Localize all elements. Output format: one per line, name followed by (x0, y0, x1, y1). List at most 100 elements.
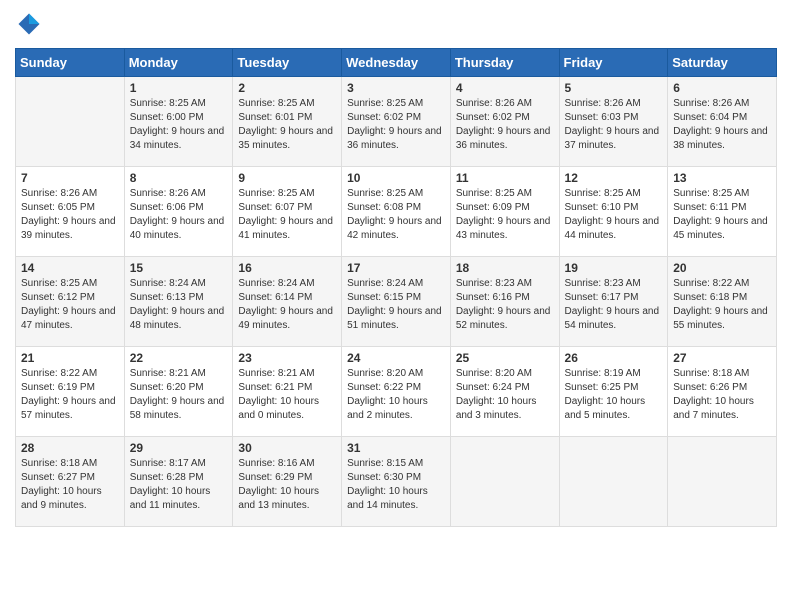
day-info: Sunrise: 8:18 AMSunset: 6:27 PMDaylight:… (21, 457, 119, 513)
day-number: 31 (347, 441, 445, 455)
day-number: 28 (21, 441, 119, 455)
column-header-sunday: Sunday (16, 49, 125, 77)
day-number: 12 (565, 171, 663, 185)
day-number: 22 (130, 351, 228, 365)
day-info: Sunrise: 8:17 AMSunset: 6:28 PMDaylight:… (130, 457, 228, 513)
column-header-thursday: Thursday (450, 49, 559, 77)
calendar-cell: 11Sunrise: 8:25 AMSunset: 6:09 PMDayligh… (450, 167, 559, 257)
calendar-cell: 30 Sunrise: 8:16 AMSunset: 6:29 PMDayligh… (233, 437, 342, 527)
calendar-cell: 23 Sunrise: 8:21 AMSunset: 6:21 PMDayligh… (233, 347, 342, 437)
calendar-cell (668, 437, 777, 527)
day-number: 24 (347, 351, 445, 365)
day-info: Sunrise: 8:25 AMSunset: 6:07 PMDaylight:… (238, 187, 336, 243)
day-number: 4 (456, 81, 554, 95)
day-info: Sunrise: 8:23 AMSunset: 6:17 PMDaylight:… (565, 277, 663, 333)
day-info: Sunrise: 8:26 AMSunset: 6:06 PMDaylight:… (130, 187, 228, 243)
calendar-cell (450, 437, 559, 527)
day-number: 30 (238, 441, 336, 455)
calendar-cell: 21Sunrise: 8:22 AMSunset: 6:19 PMDayligh… (16, 347, 125, 437)
day-info: Sunrise: 8:25 AMSunset: 6:10 PMDaylight:… (565, 187, 663, 243)
day-info: Sunrise: 8:21 AMSunset: 6:20 PMDaylight:… (130, 367, 228, 423)
day-info: Sunrise: 8:26 AMSunset: 6:03 PMDaylight:… (565, 97, 663, 153)
column-header-saturday: Saturday (668, 49, 777, 77)
calendar-cell: 16Sunrise: 8:24 AMSunset: 6:14 PMDayligh… (233, 257, 342, 347)
logo-icon (15, 10, 43, 38)
day-info: Sunrise: 8:25 AMSunset: 6:12 PMDaylight:… (21, 277, 119, 333)
calendar-table: SundayMondayTuesdayWednesdayThursdayFrid… (15, 48, 777, 527)
calendar-header-row: SundayMondayTuesdayWednesdayThursdayFrid… (16, 49, 777, 77)
calendar-cell: 6 Sunrise: 8:26 AMSunset: 6:04 PMDaylight… (668, 77, 777, 167)
day-info: Sunrise: 8:26 AMSunset: 6:05 PMDaylight:… (21, 187, 119, 243)
day-number: 10 (347, 171, 445, 185)
day-number: 19 (565, 261, 663, 275)
day-number: 18 (456, 261, 554, 275)
calendar-week-row: 21Sunrise: 8:22 AMSunset: 6:19 PMDayligh… (16, 347, 777, 437)
day-info: Sunrise: 8:25 AMSunset: 6:08 PMDaylight:… (347, 187, 445, 243)
day-info: Sunrise: 8:24 AMSunset: 6:15 PMDaylight:… (347, 277, 445, 333)
day-number: 11 (456, 171, 554, 185)
day-number: 14 (21, 261, 119, 275)
day-info: Sunrise: 8:25 AMSunset: 6:02 PMDaylight:… (347, 97, 445, 153)
calendar-cell: 2 Sunrise: 8:25 AMSunset: 6:01 PMDaylight… (233, 77, 342, 167)
day-info: Sunrise: 8:25 AMSunset: 6:01 PMDaylight:… (238, 97, 336, 153)
calendar-week-row: 28 Sunrise: 8:18 AMSunset: 6:27 PMDayligh… (16, 437, 777, 527)
calendar-cell: 10 Sunrise: 8:25 AMSunset: 6:08 PMDayligh… (342, 167, 451, 257)
column-header-tuesday: Tuesday (233, 49, 342, 77)
logo (15, 10, 47, 38)
day-number: 20 (673, 261, 771, 275)
calendar-cell: 9 Sunrise: 8:25 AMSunset: 6:07 PMDaylight… (233, 167, 342, 257)
day-info: Sunrise: 8:26 AMSunset: 6:04 PMDaylight:… (673, 97, 771, 153)
day-info: Sunrise: 8:22 AMSunset: 6:18 PMDaylight:… (673, 277, 771, 333)
day-info: Sunrise: 8:16 AMSunset: 6:29 PMDaylight:… (238, 457, 336, 513)
day-number: 2 (238, 81, 336, 95)
day-info: Sunrise: 8:20 AMSunset: 6:24 PMDaylight:… (456, 367, 554, 423)
calendar-cell: 22 Sunrise: 8:21 AMSunset: 6:20 PMDayligh… (124, 347, 233, 437)
day-number: 3 (347, 81, 445, 95)
calendar-cell: 19 Sunrise: 8:23 AMSunset: 6:17 PMDayligh… (559, 257, 668, 347)
calendar-cell: 15 Sunrise: 8:24 AMSunset: 6:13 PMDayligh… (124, 257, 233, 347)
day-number: 15 (130, 261, 228, 275)
calendar-cell: 7 Sunrise: 8:26 AMSunset: 6:05 PMDaylight… (16, 167, 125, 257)
calendar-cell: 24 Sunrise: 8:20 AMSunset: 6:22 PMDayligh… (342, 347, 451, 437)
page-header (15, 10, 777, 38)
calendar-cell: 29Sunrise: 8:17 AMSunset: 6:28 PMDayligh… (124, 437, 233, 527)
calendar-week-row: 7 Sunrise: 8:26 AMSunset: 6:05 PMDaylight… (16, 167, 777, 257)
calendar-cell: 4Sunrise: 8:26 AMSunset: 6:02 PMDaylight… (450, 77, 559, 167)
calendar-cell: 5 Sunrise: 8:26 AMSunset: 6:03 PMDaylight… (559, 77, 668, 167)
calendar-cell: 1Sunrise: 8:25 AMSunset: 6:00 PMDaylight… (124, 77, 233, 167)
calendar-week-row: 14 Sunrise: 8:25 AMSunset: 6:12 PMDayligh… (16, 257, 777, 347)
day-info: Sunrise: 8:15 AMSunset: 6:30 PMDaylight:… (347, 457, 445, 513)
calendar-cell (16, 77, 125, 167)
calendar-cell: 8 Sunrise: 8:26 AMSunset: 6:06 PMDaylight… (124, 167, 233, 257)
calendar-cell: 14 Sunrise: 8:25 AMSunset: 6:12 PMDayligh… (16, 257, 125, 347)
day-number: 25 (456, 351, 554, 365)
day-number: 8 (130, 171, 228, 185)
day-info: Sunrise: 8:18 AMSunset: 6:26 PMDaylight:… (673, 367, 771, 423)
calendar-cell: 12 Sunrise: 8:25 AMSunset: 6:10 PMDayligh… (559, 167, 668, 257)
column-header-wednesday: Wednesday (342, 49, 451, 77)
calendar-cell: 26Sunrise: 8:19 AMSunset: 6:25 PMDayligh… (559, 347, 668, 437)
calendar-cell: 17 Sunrise: 8:24 AMSunset: 6:15 PMDayligh… (342, 257, 451, 347)
calendar-cell: 25 Sunrise: 8:20 AMSunset: 6:24 PMDayligh… (450, 347, 559, 437)
day-number: 23 (238, 351, 336, 365)
column-header-friday: Friday (559, 49, 668, 77)
day-info: Sunrise: 8:24 AMSunset: 6:13 PMDaylight:… (130, 277, 228, 333)
calendar-cell: 31 Sunrise: 8:15 AMSunset: 6:30 PMDayligh… (342, 437, 451, 527)
calendar-cell: 27Sunrise: 8:18 AMSunset: 6:26 PMDayligh… (668, 347, 777, 437)
calendar-cell (559, 437, 668, 527)
day-number: 13 (673, 171, 771, 185)
day-info: Sunrise: 8:21 AMSunset: 6:21 PMDaylight:… (238, 367, 336, 423)
calendar-cell: 18 Sunrise: 8:23 AMSunset: 6:16 PMDayligh… (450, 257, 559, 347)
day-info: Sunrise: 8:25 AMSunset: 6:11 PMDaylight:… (673, 187, 771, 243)
day-number: 16 (238, 261, 336, 275)
day-info: Sunrise: 8:23 AMSunset: 6:16 PMDaylight:… (456, 277, 554, 333)
day-number: 17 (347, 261, 445, 275)
day-info: Sunrise: 8:20 AMSunset: 6:22 PMDaylight:… (347, 367, 445, 423)
day-number: 6 (673, 81, 771, 95)
calendar-cell: 13 Sunrise: 8:25 AMSunset: 6:11 PMDayligh… (668, 167, 777, 257)
column-header-monday: Monday (124, 49, 233, 77)
day-number: 7 (21, 171, 119, 185)
day-number: 5 (565, 81, 663, 95)
calendar-cell: 28 Sunrise: 8:18 AMSunset: 6:27 PMDayligh… (16, 437, 125, 527)
day-number: 9 (238, 171, 336, 185)
